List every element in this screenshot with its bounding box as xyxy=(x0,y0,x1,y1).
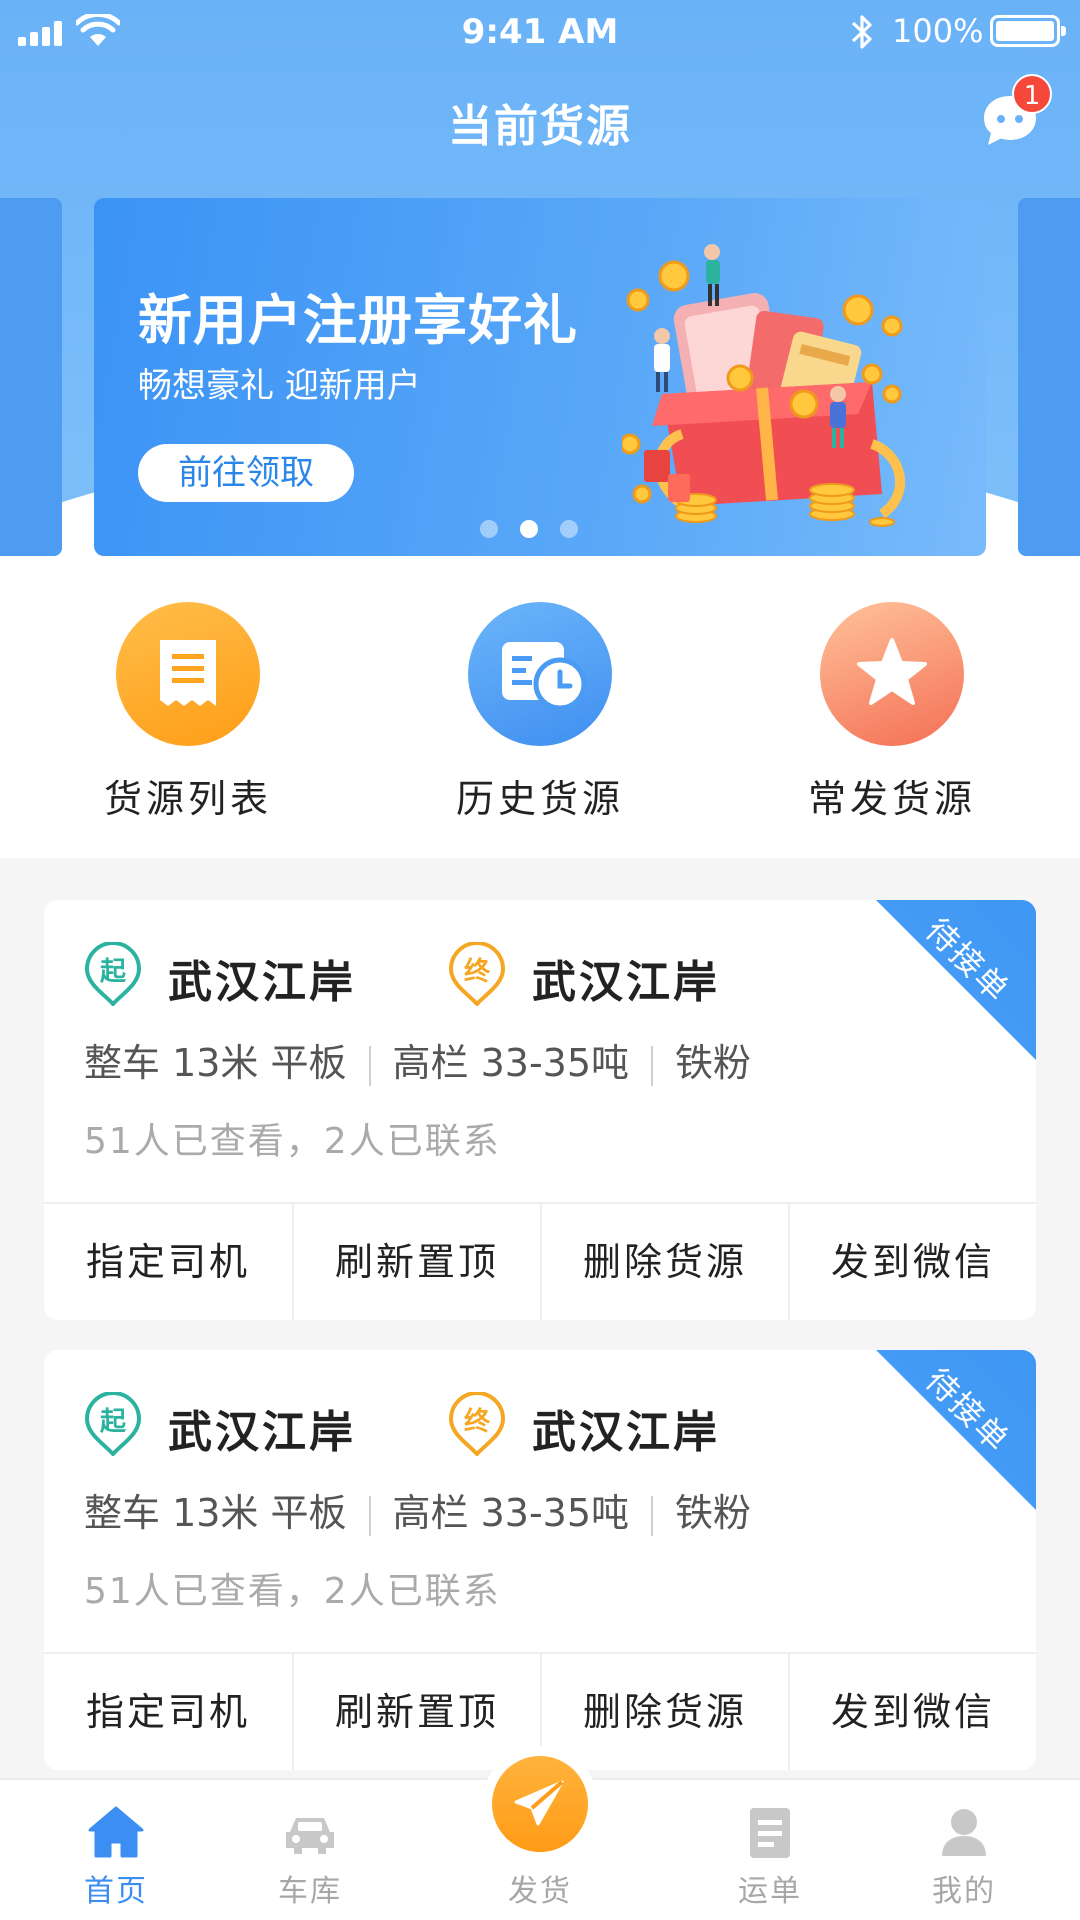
banner-prev-slide[interactable] xyxy=(0,198,62,556)
bluetooth-icon xyxy=(851,15,872,49)
tab-label: 车库 xyxy=(278,1874,342,1909)
tab-waybill[interactable]: 运单 xyxy=(680,1780,860,1920)
divider xyxy=(651,1495,654,1536)
history-icon xyxy=(468,602,612,746)
pagination-dot[interactable] xyxy=(560,520,578,538)
assign-driver-button[interactable]: 指定司机 xyxy=(44,1654,292,1770)
banner-claim-button[interactable]: 前往领取 xyxy=(138,444,354,502)
publish-button[interactable] xyxy=(492,1756,588,1852)
banner-subtitle: 畅想豪礼 迎新用户 xyxy=(138,366,421,406)
send-icon xyxy=(514,1780,564,1826)
tab-garage[interactable]: 车库 xyxy=(220,1780,400,1920)
destination-tag: 终 xyxy=(463,1407,490,1437)
gift-box-illustration xyxy=(622,244,905,527)
quick-action-history[interactable]: 历史货源 xyxy=(420,602,660,823)
quick-action-cargo-list[interactable]: 货源列表 xyxy=(68,602,308,823)
cargo-type: 铁粉 xyxy=(675,1491,752,1535)
cargo-type: 铁粉 xyxy=(675,1041,752,1085)
origin-city: 武汉江岸 xyxy=(168,1407,356,1458)
profile-icon xyxy=(942,1809,986,1856)
promo-banner[interactable]: 新用户注册享好礼 畅想豪礼 迎新用户 前往领取 xyxy=(94,198,986,556)
share-wechat-button[interactable]: 发到微信 xyxy=(788,1204,1036,1320)
battery-icon xyxy=(990,15,1066,47)
cargo-specs: 整车 13米 平板 高栏 33-35吨 铁粉 xyxy=(84,1482,751,1537)
tab-label: 首页 xyxy=(84,1874,148,1909)
star-icon xyxy=(820,602,964,746)
assign-driver-button[interactable]: 指定司机 xyxy=(44,1204,292,1320)
tab-home[interactable]: 首页 xyxy=(26,1780,206,1920)
weight-spec: 高栏 33-35吨 xyxy=(392,1491,630,1535)
quick-action-label: 常发货源 xyxy=(807,777,976,821)
divider xyxy=(368,1045,371,1086)
refresh-top-button[interactable]: 刷新置顶 xyxy=(292,1654,540,1770)
card-actions: 指定司机 刷新置顶 删除货源 发到微信 xyxy=(44,1202,1036,1320)
destination-tag: 终 xyxy=(463,957,490,987)
vehicle-spec: 整车 13米 平板 xyxy=(84,1041,347,1085)
page-title: 当前货源 xyxy=(448,101,632,152)
delete-cargo-button[interactable]: 删除货源 xyxy=(540,1204,788,1320)
divider xyxy=(651,1045,654,1086)
origin-tag: 起 xyxy=(99,957,126,987)
destination-city: 武汉江岸 xyxy=(532,1407,720,1458)
view-stats: 51人已查看，2人已联系 xyxy=(84,1571,501,1612)
waybill-icon xyxy=(750,1808,790,1858)
tab-label: 运单 xyxy=(738,1874,802,1909)
quick-action-label: 历史货源 xyxy=(455,777,624,821)
view-stats: 51人已查看，2人已联系 xyxy=(84,1121,501,1162)
weight-spec: 高栏 33-35吨 xyxy=(392,1041,630,1085)
tab-profile[interactable]: 我的 xyxy=(874,1780,1054,1920)
refresh-top-button[interactable]: 刷新置顶 xyxy=(292,1204,540,1320)
origin-city: 武汉江岸 xyxy=(168,957,356,1008)
battery-percent: 100% xyxy=(892,12,984,50)
banner-title: 新用户注册享好礼 xyxy=(138,289,578,352)
share-wechat-button[interactable]: 发到微信 xyxy=(788,1654,1036,1770)
divider xyxy=(368,1495,371,1536)
delete-cargo-button[interactable]: 删除货源 xyxy=(540,1654,788,1770)
card-actions: 指定司机 刷新置顶 删除货源 发到微信 xyxy=(44,1652,1036,1770)
status-bar: 9:41 AM 100% xyxy=(0,0,1080,66)
car-icon xyxy=(286,1818,334,1854)
destination-city: 武汉江岸 xyxy=(532,957,720,1008)
home-icon xyxy=(88,1806,144,1858)
cargo-card[interactable]: 待接单 起 武汉江岸 终 武汉江岸 整车 13米 平板 高栏 33-35吨 铁粉 5… xyxy=(44,1350,1036,1770)
receipt-icon xyxy=(116,602,260,746)
tab-label: 我的 xyxy=(932,1874,996,1909)
pagination-dot-active[interactable] xyxy=(520,520,538,538)
origin-tag: 起 xyxy=(99,1407,126,1437)
message-badge: 1 xyxy=(1012,74,1052,114)
banner-next-slide[interactable] xyxy=(1018,198,1080,556)
quick-actions: 货源列表 历史货源 常发货源 xyxy=(0,556,1080,858)
vehicle-spec: 整车 13米 平板 xyxy=(84,1491,347,1535)
pagination-dot[interactable] xyxy=(480,520,498,538)
cargo-specs: 整车 13米 平板 高栏 33-35吨 铁粉 xyxy=(84,1032,751,1087)
tab-label: 发货 xyxy=(508,1874,572,1909)
quick-action-frequent[interactable]: 常发货源 xyxy=(772,602,1012,823)
cargo-card[interactable]: 待接单 起 武汉江岸 终 武汉江岸 整车 13米 平板 高栏 33-35吨 铁粉 5… xyxy=(44,900,1036,1320)
quick-action-label: 货源列表 xyxy=(103,777,272,821)
